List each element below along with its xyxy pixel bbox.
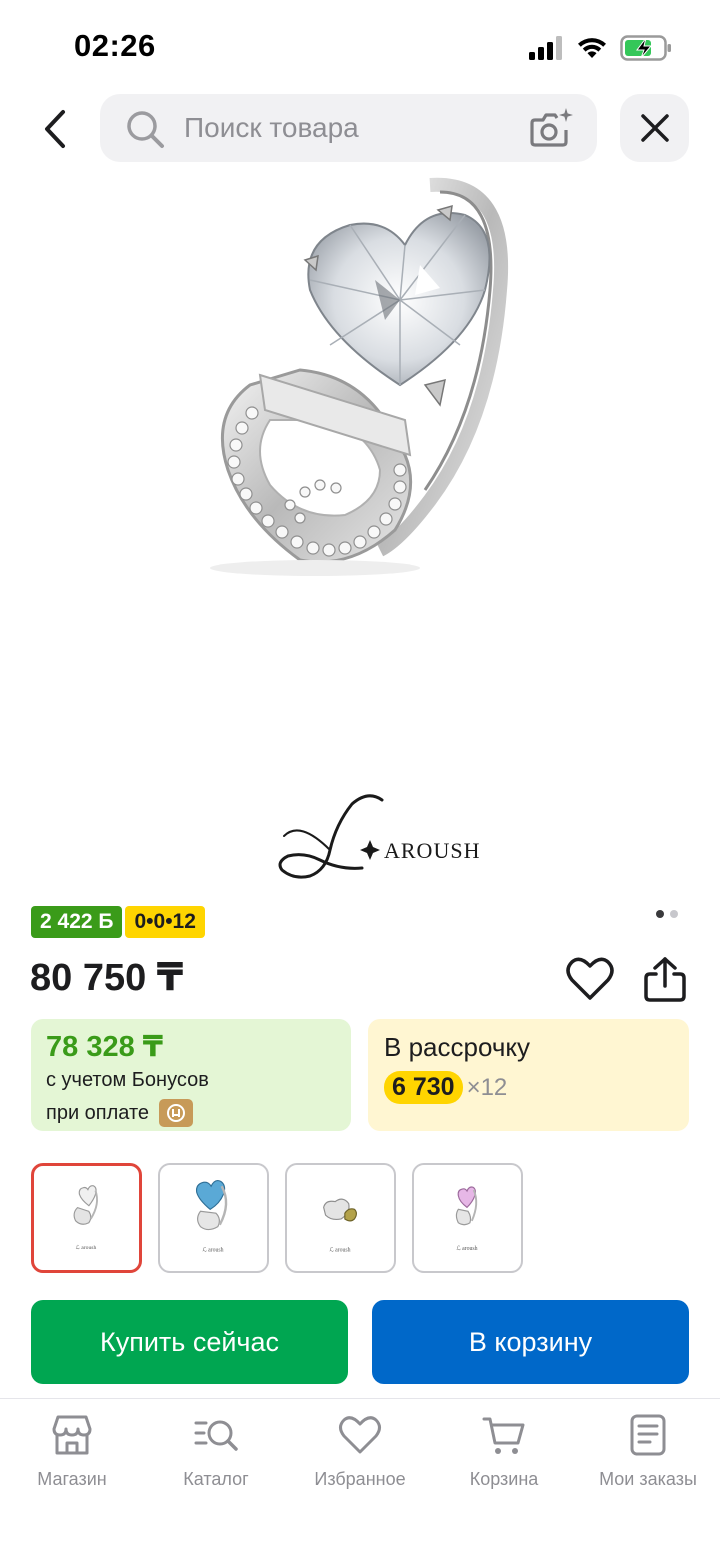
installment-term: ×12 (466, 1073, 508, 1101)
search-header (0, 94, 720, 164)
search-box[interactable] (100, 94, 597, 162)
bonus-note-payment: при оплате (46, 1099, 194, 1127)
bonus-badge: 2 422 Б (31, 906, 123, 938)
tab-cart-label: Корзина (469, 1469, 539, 1489)
installment-monthly: 6 730 ×12 (384, 1071, 507, 1104)
bonus-note-payment-text: при оплате (46, 1101, 150, 1124)
tab-shop[interactable]: Магазин (0, 1413, 144, 1503)
pager-dot-active (656, 910, 664, 918)
svg-text:ℒ aroush: ℒ aroush (203, 1247, 224, 1254)
svg-text:ℒ aroush: ℒ aroush (330, 1247, 351, 1254)
installment-amount: 6 730 (384, 1071, 463, 1104)
tab-orders[interactable]: Мои заказы (576, 1413, 720, 1503)
bottom-tab-bar: Магазин Каталог Избранное Корзина Мои за… (0, 1398, 720, 1558)
promo-badges: 2 422 Б 0•0•12 (31, 906, 205, 938)
tab-orders-label: Мои заказы (599, 1469, 697, 1489)
tab-shop-label: Магазин (37, 1469, 107, 1489)
ring-image (210, 177, 509, 576)
svg-text:ℒ aroush: ℒ aroush (76, 1244, 97, 1251)
variant-olive-ring-image: ℒ aroush (323, 1198, 357, 1254)
heart-icon (339, 1416, 381, 1454)
orders-icon (630, 1414, 666, 1456)
camera-search-icon[interactable] (529, 106, 575, 150)
image-pager (656, 910, 678, 918)
pager-dot (670, 910, 678, 918)
search-input[interactable] (184, 94, 514, 162)
wifi-icon (578, 38, 606, 58)
bonus-price: 78 328 ₸ (46, 1031, 163, 1063)
add-to-cart-button[interactable]: В корзину (372, 1300, 689, 1384)
variant-pink-ring-image: ℒ aroush (455, 1186, 478, 1252)
installment-title: В рассрочку (384, 1032, 531, 1062)
chevron-left-icon (45, 110, 65, 148)
signal-icon (529, 36, 562, 60)
status-time: 02:26 (74, 28, 156, 63)
search-icon (127, 111, 164, 148)
shop-icon (52, 1415, 92, 1455)
back-button[interactable] (30, 104, 80, 154)
variant-thumb-olive[interactable]: ℒ aroush (285, 1163, 396, 1273)
status-icons (528, 34, 672, 62)
favorite-heart-icon[interactable] (566, 956, 614, 1002)
buy-now-button[interactable]: Купить сейчас (31, 1300, 348, 1384)
tab-catalog[interactable]: Каталог (144, 1413, 288, 1503)
variant-thumb-clear[interactable]: ℒ aroush (31, 1163, 142, 1273)
cart-icon (482, 1417, 525, 1454)
tab-cart[interactable]: Корзина (432, 1413, 576, 1503)
catalog-search-icon (194, 1420, 238, 1451)
variant-blue-ring-image: ℒ aroush (195, 1180, 228, 1254)
variant-thumb-pink[interactable]: ℒ aroush (412, 1163, 523, 1273)
share-icon[interactable] (642, 956, 688, 1002)
installment-card[interactable]: В рассрочку 6 730 ×12 (368, 1019, 689, 1131)
product-price: 80 750 ₸ (30, 957, 184, 999)
close-icon (640, 114, 669, 142)
tab-favorites[interactable]: Избранное (288, 1413, 432, 1503)
variant-thumb-blue[interactable]: ℒ aroush (158, 1163, 269, 1273)
close-button[interactable] (620, 94, 689, 162)
brand-name: AROUSH (384, 838, 481, 863)
bonus-note: с учетом Бонусов (46, 1069, 209, 1091)
svg-text:ℒ aroush: ℒ aroush (457, 1245, 478, 1252)
battery-icon (620, 35, 671, 61)
installment-badge: 0•0•12 (125, 906, 205, 938)
status-bar: 02:26 (0, 0, 720, 92)
brand-logo: AROUSH (270, 790, 490, 890)
payment-method-icon (159, 1099, 194, 1127)
variant-clear-ring-image: ℒ aroush (73, 1185, 98, 1251)
variant-selector: ℒ aroush ℒ aroush ℒ aroush ℒ aroush (31, 1163, 523, 1273)
tab-favorites-label: Избранное (314, 1469, 406, 1489)
bonus-price-card[interactable]: 78 328 ₸ с учетом Бонусов при оплате (31, 1019, 351, 1131)
tab-catalog-label: Каталог (183, 1469, 249, 1489)
